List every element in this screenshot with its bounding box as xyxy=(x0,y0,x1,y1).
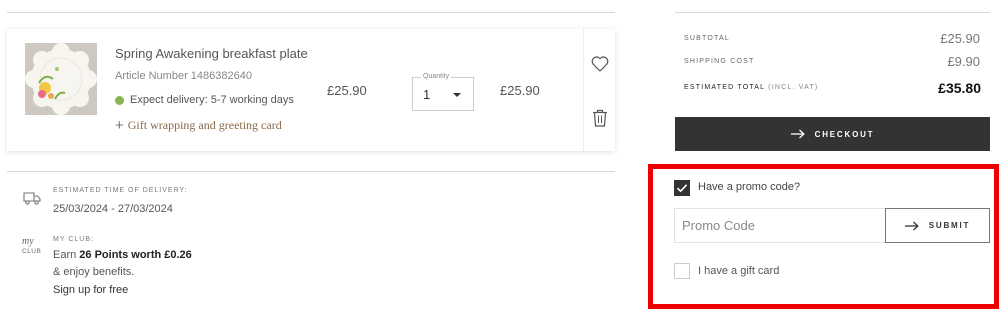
mid-divider xyxy=(7,171,615,172)
club-earn-prefix: Earn xyxy=(53,249,80,261)
arrow-right-icon xyxy=(790,129,805,139)
delivery-estimate-text: Expect delivery: 5-7 working days xyxy=(130,94,294,106)
truck-icon xyxy=(23,191,41,210)
subtotal-value: £25.90 xyxy=(940,31,980,46)
estimated-total-value: £35.80 xyxy=(938,80,981,96)
product-title[interactable]: Spring Awakening breakfast plate xyxy=(115,46,308,61)
my-club-label: MY CLUB: xyxy=(53,236,94,243)
availability-dot-icon xyxy=(115,95,124,105)
svg-text:CLUB: CLUB xyxy=(22,248,41,255)
delivery-dates: 25/03/2024 - 27/03/2024 xyxy=(53,203,173,215)
checkout-label: CHECKOUT xyxy=(814,129,875,139)
submit-label: SUBMIT xyxy=(928,221,971,230)
delivery-estimate: Expect delivery: 5-7 working days xyxy=(115,94,294,106)
trash-icon[interactable] xyxy=(591,108,609,128)
gift-wrapping-link[interactable]: + Gift wrapping and greeting card xyxy=(115,118,282,133)
actions-divider xyxy=(583,29,584,151)
unit-price: £25.90 xyxy=(327,83,367,98)
gift-card-checkbox[interactable] xyxy=(674,263,690,279)
plus-icon: + xyxy=(115,117,124,134)
total-label-text: ESTIMATED TOTAL xyxy=(684,84,766,91)
line-total: £25.90 xyxy=(500,83,540,98)
cart-item-card: Spring Awakening breakfast plate Article… xyxy=(7,29,615,151)
checkmark-icon xyxy=(676,184,688,193)
shipping-label: SHIPPING COST xyxy=(684,58,755,65)
club-points: 26 Points worth £0.26 xyxy=(79,249,192,261)
top-divider xyxy=(7,12,615,13)
estimated-total-label: ESTIMATED TOTAL (INCL. VAT) xyxy=(684,84,818,91)
promo-code-input[interactable] xyxy=(674,208,885,243)
svg-text:my: my xyxy=(22,236,34,247)
delivery-time-label: ESTIMATED TIME OF DELIVERY: xyxy=(53,187,188,194)
promo-code-checkbox[interactable] xyxy=(674,180,690,196)
club-points-text: Earn 26 Points worth £0.26 xyxy=(53,249,192,261)
caret-down-icon xyxy=(453,93,461,97)
quantity-select[interactable]: Quantity 1 xyxy=(412,72,474,111)
club-signup-link[interactable]: Sign up for free xyxy=(53,284,128,296)
total-label-note: (INCL. VAT) xyxy=(768,84,819,91)
promo-code-checkbox-label[interactable]: Have a promo code? xyxy=(698,181,800,193)
summary-top-divider xyxy=(675,12,990,13)
gift-wrapping-label: Gift wrapping and greeting card xyxy=(127,118,282,132)
shipping-value: £9.90 xyxy=(947,54,980,69)
heart-icon[interactable] xyxy=(590,54,610,74)
product-thumbnail[interactable] xyxy=(25,43,97,115)
article-number: Article Number 1486382640 xyxy=(115,70,252,82)
arrow-right-icon xyxy=(904,221,919,230)
promo-submit-button[interactable]: SUBMIT xyxy=(885,208,990,243)
subtotal-label: SUBTOTAL xyxy=(684,35,730,42)
gift-card-checkbox-label[interactable]: I have a gift card xyxy=(698,265,779,277)
checkout-button[interactable]: CHECKOUT xyxy=(675,117,990,151)
club-benefits: & enjoy benefits. xyxy=(53,266,135,278)
quantity-label: Quantity xyxy=(421,72,452,82)
my-club-logo: my CLUB xyxy=(20,234,46,263)
quantity-value: 1 xyxy=(423,87,431,102)
